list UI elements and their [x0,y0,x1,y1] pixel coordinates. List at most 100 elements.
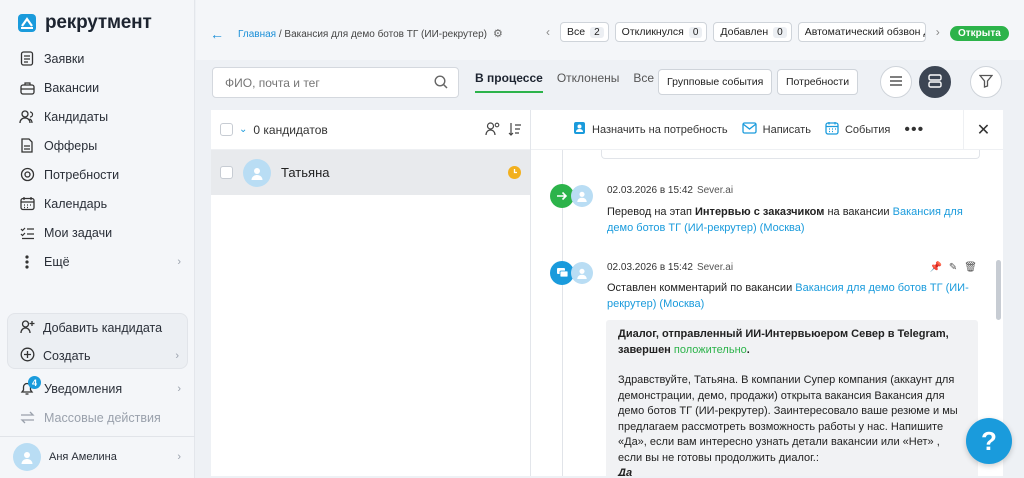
candidate-tabs: В процессе Отклонены Все [475,71,654,93]
detail-toolbar: Назначить на потребность Написать Событи… [531,110,1003,150]
sidebar-item-label: Уведомления [44,381,123,396]
gear-icon[interactable]: ⚙ [493,28,503,40]
filter-added[interactable]: Добавлен 0 [713,22,792,42]
sidebar-item-label: Массовые действия [44,410,161,425]
sidebar-item-vacancies[interactable]: Вакансии [0,73,195,102]
trash-icon[interactable]: 🗑 [964,262,977,273]
user-profile[interactable]: Аня Амелина › [0,436,195,476]
cards-icon [928,73,942,91]
sidebar-item-offers[interactable]: Офферы [0,131,195,160]
tab-all[interactable]: Все [633,71,654,93]
chevron-right-icon[interactable]: › [932,25,944,39]
tab-rejected[interactable]: Отклонены [557,71,620,93]
logo-text: рекрутмент [45,12,152,33]
event-text-pre: Оставлен комментарий по вакансии [607,282,796,294]
sidebar-item-mass-actions[interactable]: Массовые действия [0,403,195,432]
user-settings-icon[interactable] [485,122,500,139]
filter-label: Добавлен [720,26,769,38]
filter-label: Откликнулся [621,26,684,38]
sidebar-item-calendar[interactable]: Календарь [0,189,195,218]
comment-title: Диалог, отправленный ИИ-Интервьюером Сев… [618,327,966,358]
event-meta: 02.03.2026 в 15:42 Sever.ai [607,185,733,196]
scrollbar[interactable] [996,260,1001,320]
file-text-icon [19,51,35,67]
select-all-checkbox[interactable] [220,123,233,136]
candidate-name: Татьяна [281,165,330,180]
sidebar-item-label: Ещё [44,254,70,269]
add-candidate-button[interactable]: Добавить кандидата [8,314,187,342]
chevron-down-icon[interactable]: ⌄ [239,124,247,135]
search-box [212,67,459,98]
filter-responded[interactable]: Откликнулся 0 [614,22,708,42]
filter-icon [978,74,994,91]
pin-icon[interactable]: 📌 [929,262,941,273]
logo-icon [17,13,37,33]
search-icon[interactable] [434,75,448,92]
sidebar-item-tasks[interactable]: Мои задачи [0,218,195,247]
needs-button[interactable]: Потребности [777,69,859,95]
user-badge-icon [573,121,586,138]
users-icon [19,109,35,125]
sidebar-item-candidates[interactable]: Кандидаты [0,102,195,131]
swap-icon [19,410,35,426]
sidebar-item-requests[interactable]: Заявки [0,44,195,73]
candidate-list: ⌄ 0 кандидатов Татьяна [211,110,531,476]
filter-button[interactable] [970,66,1002,98]
more-vertical-icon [19,254,35,270]
logo[interactable]: рекрутмент [17,12,152,34]
filter-count: 0 [773,26,787,38]
activity-feed: 02.03.2026 в 15:42 Sever.ai Перевод на эт… [531,150,1003,476]
event-stage: Интервью с заказчиком [695,206,825,218]
filter-auto-call[interactable]: Автоматический обзвон Д [797,22,926,42]
sidebar-item-notifications[interactable]: 4 Уведомления › [0,374,195,403]
sidebar-item-label: Календарь [44,196,108,211]
write-button[interactable]: Написать [741,122,811,137]
previous-event-box [601,150,980,159]
list-view-button[interactable] [880,66,912,98]
sidebar-nav: Заявки Вакансии Кандидаты Офферы Потребн… [0,44,195,276]
tab-in-progress[interactable]: В процессе [475,71,543,93]
list-icon [889,75,903,90]
clock-icon [508,166,521,179]
sidebar-item-label: Заявки [44,51,85,66]
sidebar-item-needs[interactable]: Потребности [0,160,195,189]
card-view-button[interactable] [919,66,951,98]
comment-dot: . [746,343,750,356]
avatar [571,185,593,207]
assign-label: Назначить на потребность [592,123,728,136]
sidebar-item-label: Офферы [44,138,98,153]
header: ← Главная / Вакансия для демо ботов ТГ (… [196,0,1024,60]
filter-label: Автоматический обзвон Д [804,26,926,38]
candidate-detail: Назначить на потребность Написать Событи… [531,110,1003,476]
back-arrow-icon[interactable]: ← [210,26,224,42]
assign-to-need-button[interactable]: Назначить на потребность [573,121,728,138]
candidate-count: 0 кандидатов [253,122,328,137]
edit-icon[interactable]: ✎ [949,262,957,273]
sidebar-item-more[interactable]: Ещё › [0,247,195,276]
breadcrumb: Главная / Вакансия для демо ботов ТГ (ИИ… [238,27,503,40]
event-date: 02.03.2026 в 15:42 [607,262,693,273]
comment-answer: Да [618,467,633,476]
plus-circle-icon [20,347,35,365]
candidate-checkbox[interactable] [220,166,233,179]
search-input[interactable] [213,68,413,97]
breadcrumb-home-link[interactable]: Главная [238,29,276,40]
sidebar-item-label: Мои задачи [44,225,113,240]
events-button[interactable]: События [825,121,890,138]
list-item[interactable]: Татьяна [211,150,530,195]
create-button[interactable]: Создать › [8,342,187,370]
stage-filters: ‹ Все 2 Откликнулся 0 Добавлен 0 Автоматиче… [542,22,944,42]
vacancy-status-badge[interactable]: Открыта [950,26,1009,41]
comment-title-text: Диалог, отправленный ИИ-Интервьюером Сев… [618,328,949,356]
chevron-left-icon[interactable]: ‹ [542,25,554,39]
add-user-icon [20,319,35,337]
filter-label: Все [567,26,586,38]
group-events-button[interactable]: Групповые события [658,69,773,95]
close-icon[interactable]: ✕ [963,110,1003,150]
more-horizontal-icon[interactable]: ••• [904,121,924,139]
chevron-right-icon: › [177,255,181,268]
help-button[interactable]: ? [966,418,1012,464]
filter-all[interactable]: Все 2 [560,22,609,42]
add-candidate-label: Добавить кандидата [43,321,163,335]
sort-icon[interactable] [508,122,522,139]
